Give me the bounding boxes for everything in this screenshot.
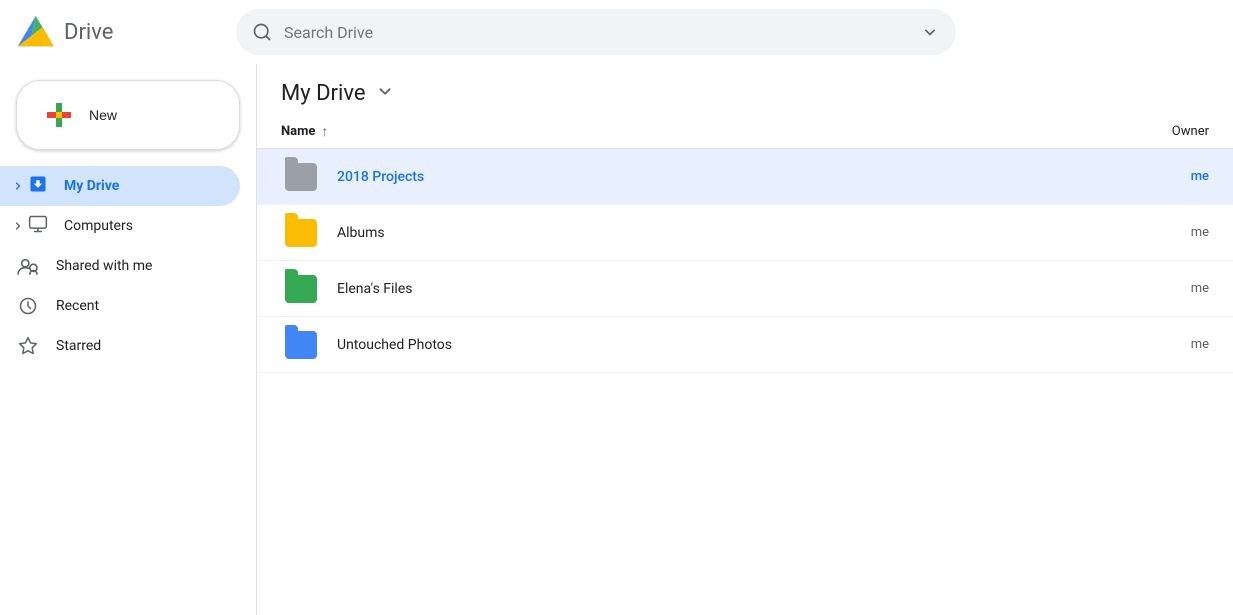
file-owner-albums: me bbox=[1089, 225, 1209, 240]
sort-icon: ↑ bbox=[321, 123, 328, 140]
logo-area: Drive bbox=[16, 12, 236, 52]
sidebar-item-shared[interactable]: Shared with me bbox=[0, 246, 240, 286]
file-name-2018-projects: 2018 Projects bbox=[337, 169, 1089, 185]
page-title-text: My Drive bbox=[281, 81, 366, 106]
folder-gray-icon bbox=[285, 163, 317, 191]
file-list-header: Name ↑ Owner bbox=[257, 115, 1233, 149]
content-header: My Drive bbox=[257, 64, 1233, 115]
computers-icon bbox=[28, 214, 48, 238]
sidebar-item-my-drive-label: My Drive bbox=[64, 178, 119, 194]
file-row-elenas-files[interactable]: Elena's Files me bbox=[257, 261, 1233, 317]
folder-green-icon bbox=[285, 275, 317, 303]
sidebar-item-my-drive[interactable]: My Drive bbox=[0, 166, 240, 206]
new-button-label: New bbox=[89, 107, 117, 123]
search-bar[interactable] bbox=[236, 9, 956, 55]
starred-icon bbox=[16, 334, 40, 358]
expand-arrow-my-drive[interactable] bbox=[8, 180, 28, 192]
sidebar-item-computers-label: Computers bbox=[64, 218, 133, 234]
file-icon-untouched-photos bbox=[281, 325, 321, 365]
sidebar-item-recent[interactable]: Recent bbox=[0, 286, 240, 326]
column-name-label: Name bbox=[281, 124, 315, 139]
drive-logo-icon bbox=[16, 12, 56, 52]
search-icon bbox=[252, 22, 272, 42]
folder-blue-icon bbox=[285, 331, 317, 359]
file-owner-elenas-files: me bbox=[1089, 281, 1209, 296]
file-name-albums: Albums bbox=[337, 225, 1089, 241]
sidebar-item-computers-inner: Computers bbox=[28, 206, 240, 246]
sidebar-item-starred-label: Starred bbox=[56, 338, 101, 354]
sidebar-item-my-drive-inner: My Drive bbox=[28, 166, 240, 206]
file-row-albums[interactable]: Albums me bbox=[257, 205, 1233, 261]
shared-icon bbox=[16, 254, 40, 278]
sidebar-nav: My Drive Computers bbox=[0, 166, 256, 366]
file-owner-2018-projects: me bbox=[1089, 169, 1209, 184]
page-title: My Drive bbox=[281, 80, 396, 107]
my-drive-icon bbox=[28, 174, 48, 198]
file-icon-albums bbox=[281, 213, 321, 253]
file-owner-untouched-photos: me bbox=[1089, 337, 1209, 352]
file-name-untouched-photos: Untouched Photos bbox=[337, 337, 1089, 353]
content-area: My Drive Name ↑ Owner bbox=[256, 64, 1233, 615]
sidebar-item-starred[interactable]: Starred bbox=[0, 326, 240, 366]
sidebar-item-shared-label: Shared with me bbox=[56, 258, 152, 274]
recent-icon bbox=[16, 294, 40, 318]
sidebar: New My Drive bbox=[0, 64, 256, 615]
search-input[interactable] bbox=[284, 23, 908, 42]
column-owner-header: Owner bbox=[1089, 124, 1209, 139]
column-owner-label: Owner bbox=[1172, 124, 1209, 139]
file-icon-elenas-files bbox=[281, 269, 321, 309]
file-icon-2018-projects bbox=[281, 157, 321, 197]
folder-yellow-icon bbox=[285, 219, 317, 247]
search-filter-icon[interactable] bbox=[920, 22, 940, 42]
sidebar-item-computers[interactable]: Computers bbox=[0, 206, 240, 246]
expand-arrow-computers[interactable] bbox=[8, 220, 28, 232]
logo-title: Drive bbox=[64, 20, 113, 45]
header: Drive bbox=[0, 0, 1233, 64]
file-row-2018-projects[interactable]: 2018 Projects me bbox=[257, 149, 1233, 205]
file-list: Name ↑ Owner 2018 Projects me bbox=[257, 115, 1233, 615]
main-layout: New My Drive bbox=[0, 64, 1233, 615]
sidebar-item-recent-label: Recent bbox=[56, 298, 99, 314]
plus-icon bbox=[41, 97, 77, 133]
title-dropdown-icon[interactable] bbox=[374, 80, 396, 107]
new-button[interactable]: New bbox=[16, 80, 240, 150]
file-row-untouched-photos[interactable]: Untouched Photos me bbox=[257, 317, 1233, 373]
file-name-elenas-files: Elena's Files bbox=[337, 281, 1089, 297]
column-name-header[interactable]: Name ↑ bbox=[281, 123, 1089, 140]
